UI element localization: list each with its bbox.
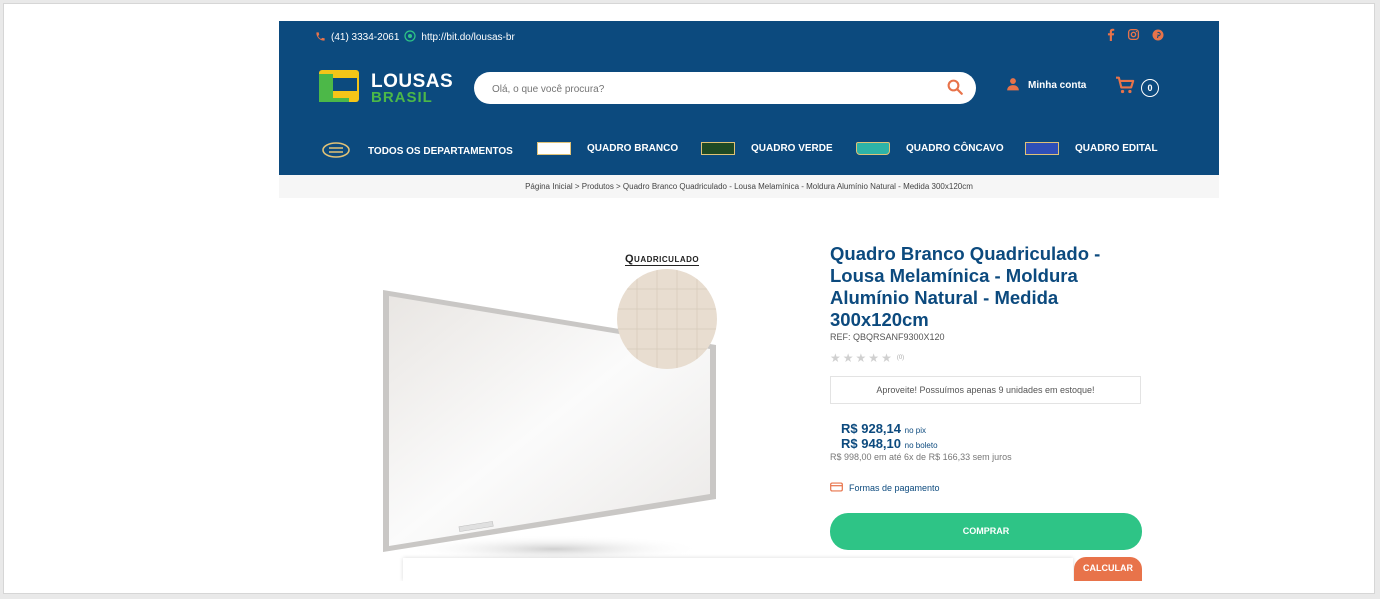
search-icon[interactable]: [946, 78, 964, 101]
cart-count-badge: 0: [1141, 78, 1159, 97]
store-page: (41) 3334-2061 http://bit.do/lousas-br L…: [279, 21, 1219, 581]
product-image[interactable]: Quadriculado: [379, 241, 724, 581]
edital-board-swatch-icon: [1025, 142, 1059, 155]
star-icon: ★: [830, 351, 841, 365]
star-icon: ★: [855, 351, 867, 365]
shipping-cep-input[interactable]: [403, 558, 1073, 581]
whiteboard-image: [383, 269, 717, 563]
search-bar: [474, 72, 976, 106]
nav-label: TODOS OS DEPARTAMENTOS: [368, 146, 513, 157]
white-board-swatch-icon: [537, 142, 571, 155]
phone-icon: [315, 31, 326, 45]
reviews-count: (0): [896, 355, 905, 361]
price-pix: R$ 928,14 no pix: [841, 421, 926, 436]
phone-number[interactable]: (41) 3334-2061: [331, 32, 399, 43]
product-title: Quadro Branco Quadriculado - Lousa Melam…: [830, 243, 1101, 330]
nav-label: QUADRO CÔNCAVO: [906, 143, 1004, 154]
payment-methods-link[interactable]: Formas de pagamento: [830, 482, 940, 494]
social-links: [1107, 28, 1164, 44]
pinterest-icon[interactable]: [1152, 29, 1164, 44]
contact-info: (41) 3334-2061 http://bit.do/lousas-br: [315, 30, 515, 45]
nav-item-quadro-verde[interactable]: QUADRO VERDE: [701, 142, 833, 155]
nav-item-quadro-edital[interactable]: QUADRO EDITAL: [1025, 142, 1158, 155]
logo-text-bottom: BRASIL: [371, 89, 433, 106]
price-boleto-label: no boleto: [904, 441, 938, 450]
breadcrumb[interactable]: Página Inicial > Produtos > Quadro Branc…: [279, 175, 1219, 198]
whatsapp-icon: [404, 30, 417, 45]
image-caption: Quadriculado: [625, 253, 700, 266]
lousas-brasil-logo[interactable]: LOUSAS BRASIL: [319, 68, 453, 108]
whatsapp-link[interactable]: http://bit.do/lousas-br: [421, 32, 514, 43]
installments-text: R$ 998,00 em até 6x de R$ 166,33 sem jur…: [830, 452, 1012, 462]
search-input[interactable]: [490, 72, 934, 106]
stock-message: Aproveite! Possuímos apenas 9 unidades e…: [830, 376, 1141, 404]
price-boleto: R$ 948,10 no boleto: [841, 436, 938, 451]
credit-card-icon: [830, 482, 843, 494]
cart-icon: [1115, 76, 1135, 99]
nav-label: QUADRO VERDE: [751, 143, 833, 154]
nav-label: QUADRO BRANCO: [587, 143, 679, 154]
price-boleto-value: R$ 948,10: [841, 436, 901, 451]
facebook-icon[interactable]: [1107, 28, 1115, 44]
cart-button[interactable]: 0: [1115, 76, 1159, 99]
rating-stars[interactable]: ★ ★ ★ ★ ★ (0): [830, 352, 904, 364]
concave-board-swatch-icon: [856, 142, 890, 155]
site-header: LOUSAS BRASIL Minha conta 0: [279, 55, 1219, 125]
user-icon: [1006, 77, 1020, 94]
account-label: Minha conta: [1028, 80, 1087, 91]
nav-item-all-departments[interactable]: TODOS OS DEPARTAMENTOS: [322, 142, 513, 161]
star-icon: ★: [842, 351, 854, 365]
payment-methods-label: Formas de pagamento: [849, 483, 940, 493]
menu-icon: [322, 142, 350, 161]
buy-button[interactable]: COMPRAR: [830, 513, 1142, 550]
nav-label: QUADRO EDITAL: [1075, 143, 1158, 154]
instagram-icon[interactable]: [1127, 28, 1140, 44]
star-icon: ★: [881, 351, 892, 365]
product-ref: REF: QBQRSANF9300X120: [830, 332, 945, 342]
top-bar: (41) 3334-2061 http://bit.do/lousas-br: [279, 21, 1219, 55]
calculate-shipping-button[interactable]: CALCULAR: [1074, 557, 1142, 581]
green-board-swatch-icon: [701, 142, 735, 155]
star-icon: ★: [868, 351, 880, 365]
nav-item-quadro-branco[interactable]: QUADRO BRANCO: [537, 142, 678, 155]
price-pix-value: R$ 928,14: [841, 421, 901, 436]
nav-item-quadro-concavo[interactable]: QUADRO CÔNCAVO: [856, 142, 1004, 155]
department-nav: TODOS OS DEPARTAMENTOS QUADRO BRANCO QUA…: [279, 125, 1219, 175]
browser-viewport: (41) 3334-2061 http://bit.do/lousas-br L…: [3, 3, 1375, 594]
price-pix-label: no pix: [904, 426, 926, 435]
account-link[interactable]: Minha conta: [1006, 77, 1086, 94]
logo-mark-icon: [319, 70, 359, 102]
